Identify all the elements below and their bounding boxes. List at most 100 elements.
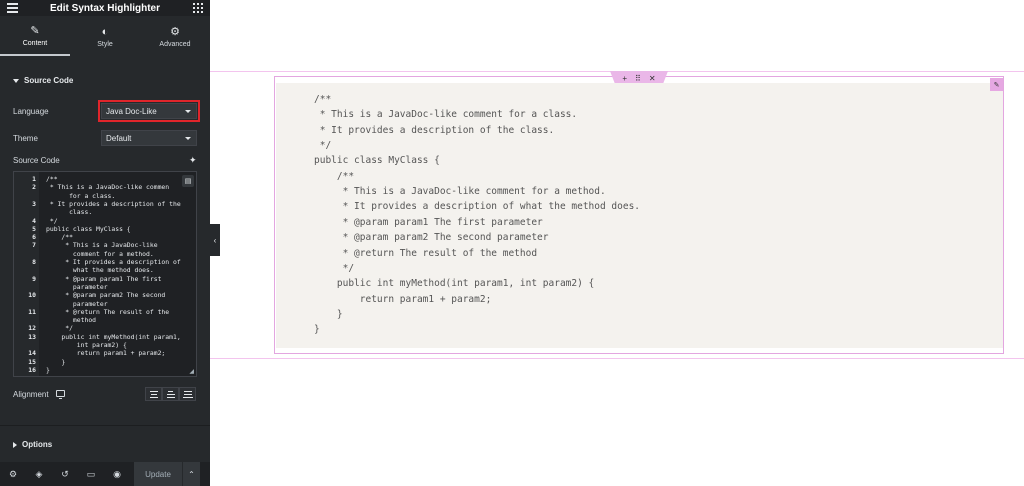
chevron-up-icon: ⌃ bbox=[188, 469, 195, 479]
preview-eye-icon[interactable]: ◉ bbox=[104, 469, 130, 480]
editor-code-line: 13 public int myMethod(int param1, bbox=[14, 332, 181, 341]
caret-right-icon bbox=[13, 441, 17, 448]
update-button[interactable]: Update bbox=[134, 462, 182, 486]
code-text: public class MyClass { bbox=[46, 224, 131, 233]
line-number: 12 bbox=[28, 324, 36, 333]
line-number: 4 bbox=[32, 216, 36, 225]
preview-code-line: */ bbox=[314, 140, 332, 152]
code-text: method bbox=[46, 316, 97, 325]
edit-widget-pencil-icon[interactable]: ✎ bbox=[990, 78, 1003, 91]
code-text: parameter bbox=[46, 299, 108, 308]
alignment-label: Alignment bbox=[13, 390, 49, 399]
code-text: * This is a JavaDoc-like bbox=[46, 241, 158, 250]
editor-code-line: 3 * It provides a description of the bbox=[14, 200, 181, 208]
editor-code-line: 14 return param1 + param2; bbox=[14, 349, 165, 357]
language-label: Language bbox=[13, 107, 49, 116]
editor-code-line: parameter bbox=[14, 300, 108, 308]
preview-code-line: * @return The result of the method bbox=[314, 247, 538, 259]
line-number: 5 bbox=[32, 224, 36, 233]
line-number: 3 bbox=[32, 199, 36, 208]
chevron-left-icon: ‹ bbox=[213, 235, 217, 245]
editor-code-line: 8 * It provides a description of bbox=[14, 258, 181, 266]
desktop-icon[interactable] bbox=[56, 390, 65, 399]
code-text: * @return The result of the bbox=[46, 307, 170, 316]
settings-icon[interactable]: ⚙ bbox=[0, 469, 26, 480]
collapse-panel-button[interactable]: ‹ bbox=[210, 224, 220, 256]
drag-icon[interactable]: ⠿ bbox=[635, 74, 641, 83]
theme-label: Theme bbox=[13, 134, 38, 143]
editor-code-line: 5 public class MyClass { bbox=[14, 225, 131, 233]
theme-value: Default bbox=[106, 133, 132, 143]
line-number: 11 bbox=[28, 307, 36, 316]
code-text: comment for a method. bbox=[46, 249, 154, 258]
chevron-down-icon bbox=[185, 110, 191, 113]
tab-style[interactable]: ◐ Style bbox=[70, 16, 140, 56]
line-number bbox=[14, 192, 36, 200]
plus-icon[interactable]: + bbox=[622, 74, 627, 83]
code-text: public int myMethod(int param1, bbox=[46, 332, 181, 341]
code-text: for a class. bbox=[46, 191, 116, 200]
editor-code-line: int param2) { bbox=[14, 341, 127, 349]
line-number: 14 bbox=[28, 349, 36, 358]
editor-code-line: comment for a method. bbox=[14, 250, 154, 258]
line-number: 2 bbox=[32, 183, 36, 192]
preview-code-line: * It provides a description of the class… bbox=[314, 124, 555, 136]
tab-style-label: Style bbox=[97, 40, 113, 48]
gear-icon: ⚙ bbox=[170, 25, 180, 38]
code-text: } bbox=[46, 365, 50, 374]
theme-select[interactable]: Default bbox=[101, 130, 197, 146]
editor-panel: Edit Syntax Highlighter ✎ Content ◐ Styl… bbox=[0, 0, 210, 486]
language-select[interactable]: Java Doc-Like bbox=[98, 100, 200, 122]
responsive-icon[interactable]: ▭ bbox=[78, 469, 104, 480]
code-text: class. bbox=[46, 208, 93, 217]
editor-code-line: 12 */ bbox=[14, 324, 73, 332]
preview-code-line: public class MyClass { bbox=[314, 155, 440, 167]
code-text: parameter bbox=[46, 282, 108, 291]
ai-sparkle-icon[interactable]: ✦ bbox=[189, 155, 197, 166]
section-source-code-toggle[interactable]: Source Code bbox=[13, 76, 73, 85]
menu-icon[interactable] bbox=[7, 3, 18, 13]
alignment-buttons bbox=[145, 387, 196, 401]
align-left-button[interactable] bbox=[145, 387, 162, 401]
tab-advanced[interactable]: ⚙ Advanced bbox=[140, 16, 210, 56]
code-text: * It provides a description of bbox=[46, 258, 181, 266]
close-icon[interactable]: ✕ bbox=[649, 74, 656, 83]
resize-handle-icon[interactable]: ◢ bbox=[189, 368, 194, 375]
line-number: 1 bbox=[32, 175, 36, 183]
section-options-toggle[interactable]: Options bbox=[13, 440, 52, 449]
update-options-button[interactable]: ⌃ bbox=[182, 462, 200, 486]
editor-code-line: for a class. bbox=[14, 192, 115, 200]
editor-code-line: class. bbox=[14, 208, 92, 216]
line-number: 16 bbox=[28, 365, 36, 374]
widgets-grid-icon[interactable] bbox=[193, 3, 203, 13]
editor-code-line: 6 /** bbox=[14, 233, 73, 241]
footer-toolbar: ⚙ ◈ ↺ ▭ ◉ Update ⌃ bbox=[0, 462, 210, 486]
source-code-editor[interactable]: 1 /** 2 * This is a JavaDoc-like commen fo… bbox=[13, 171, 197, 377]
tab-content[interactable]: ✎ Content bbox=[0, 16, 70, 56]
align-right-button[interactable] bbox=[179, 387, 196, 401]
editor-code-line: 10 * @param param2 The second bbox=[14, 291, 165, 299]
layers-icon[interactable]: ◈ bbox=[26, 469, 52, 480]
chevron-down-icon bbox=[185, 137, 191, 140]
code-text: what the method does. bbox=[46, 266, 154, 275]
half-circle-icon: ◐ bbox=[101, 25, 109, 38]
divider bbox=[0, 425, 210, 426]
code-text: int param2) { bbox=[46, 341, 127, 349]
code-text: return param1 + param2; bbox=[46, 349, 166, 358]
editor-code-line: parameter bbox=[14, 283, 108, 291]
code-text: * This is a JavaDoc-like commen bbox=[46, 183, 170, 192]
preview-code-line: * @param param2 The second parameter bbox=[314, 232, 549, 244]
tab-content-label: Content bbox=[22, 39, 48, 47]
tab-advanced-label: Advanced bbox=[159, 40, 191, 48]
code-text: /** bbox=[46, 233, 73, 242]
section-title: Source Code bbox=[24, 76, 74, 85]
code-text: */ bbox=[46, 216, 58, 225]
line-number bbox=[14, 283, 36, 291]
code-text: /** bbox=[46, 175, 58, 183]
copy-icon[interactable]: ▤ bbox=[182, 175, 194, 187]
code-text: } bbox=[46, 357, 66, 366]
section-title: Options bbox=[22, 440, 53, 449]
history-icon[interactable]: ↺ bbox=[52, 469, 78, 480]
line-number: 15 bbox=[28, 357, 36, 366]
align-center-button[interactable] bbox=[162, 387, 179, 401]
